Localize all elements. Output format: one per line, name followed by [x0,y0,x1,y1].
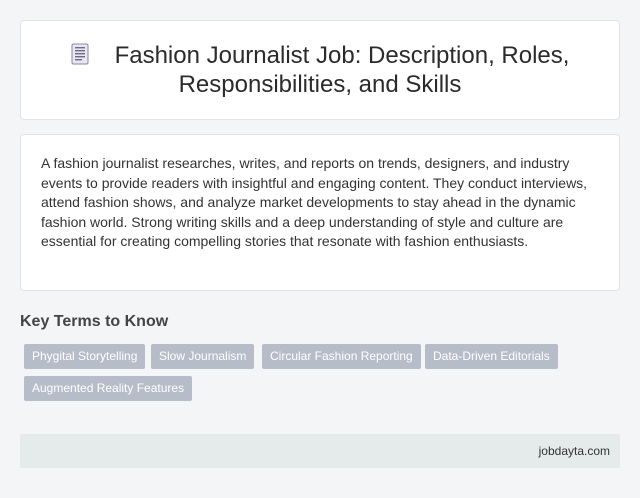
key-term-tag: Data-Driven Editorials [425,344,558,369]
key-term-tag: Augmented Reality Features [24,376,193,401]
document-icon [71,43,89,65]
key-term-tag: Phygital Storytelling [24,344,146,369]
footer: jobdayta.com [20,434,620,468]
title-card: Fashion Journalist Job: Description, Rol… [20,20,620,120]
key-term-tag: Slow Journalism [151,344,255,369]
description-card: A fashion journalist researches, writes,… [20,134,620,291]
footer-source: jobdayta.com [538,444,610,458]
page-title-text: Fashion Journalist Job: Description, Rol… [114,42,570,98]
key-terms-heading: Key Terms to Know [20,313,169,330]
key-term-tag: Circular Fashion Reporting [262,344,421,369]
job-description: A fashion journalist researches, writes,… [41,155,588,250]
page-title: Fashion Journalist Job: Description, Rol… [45,41,595,99]
